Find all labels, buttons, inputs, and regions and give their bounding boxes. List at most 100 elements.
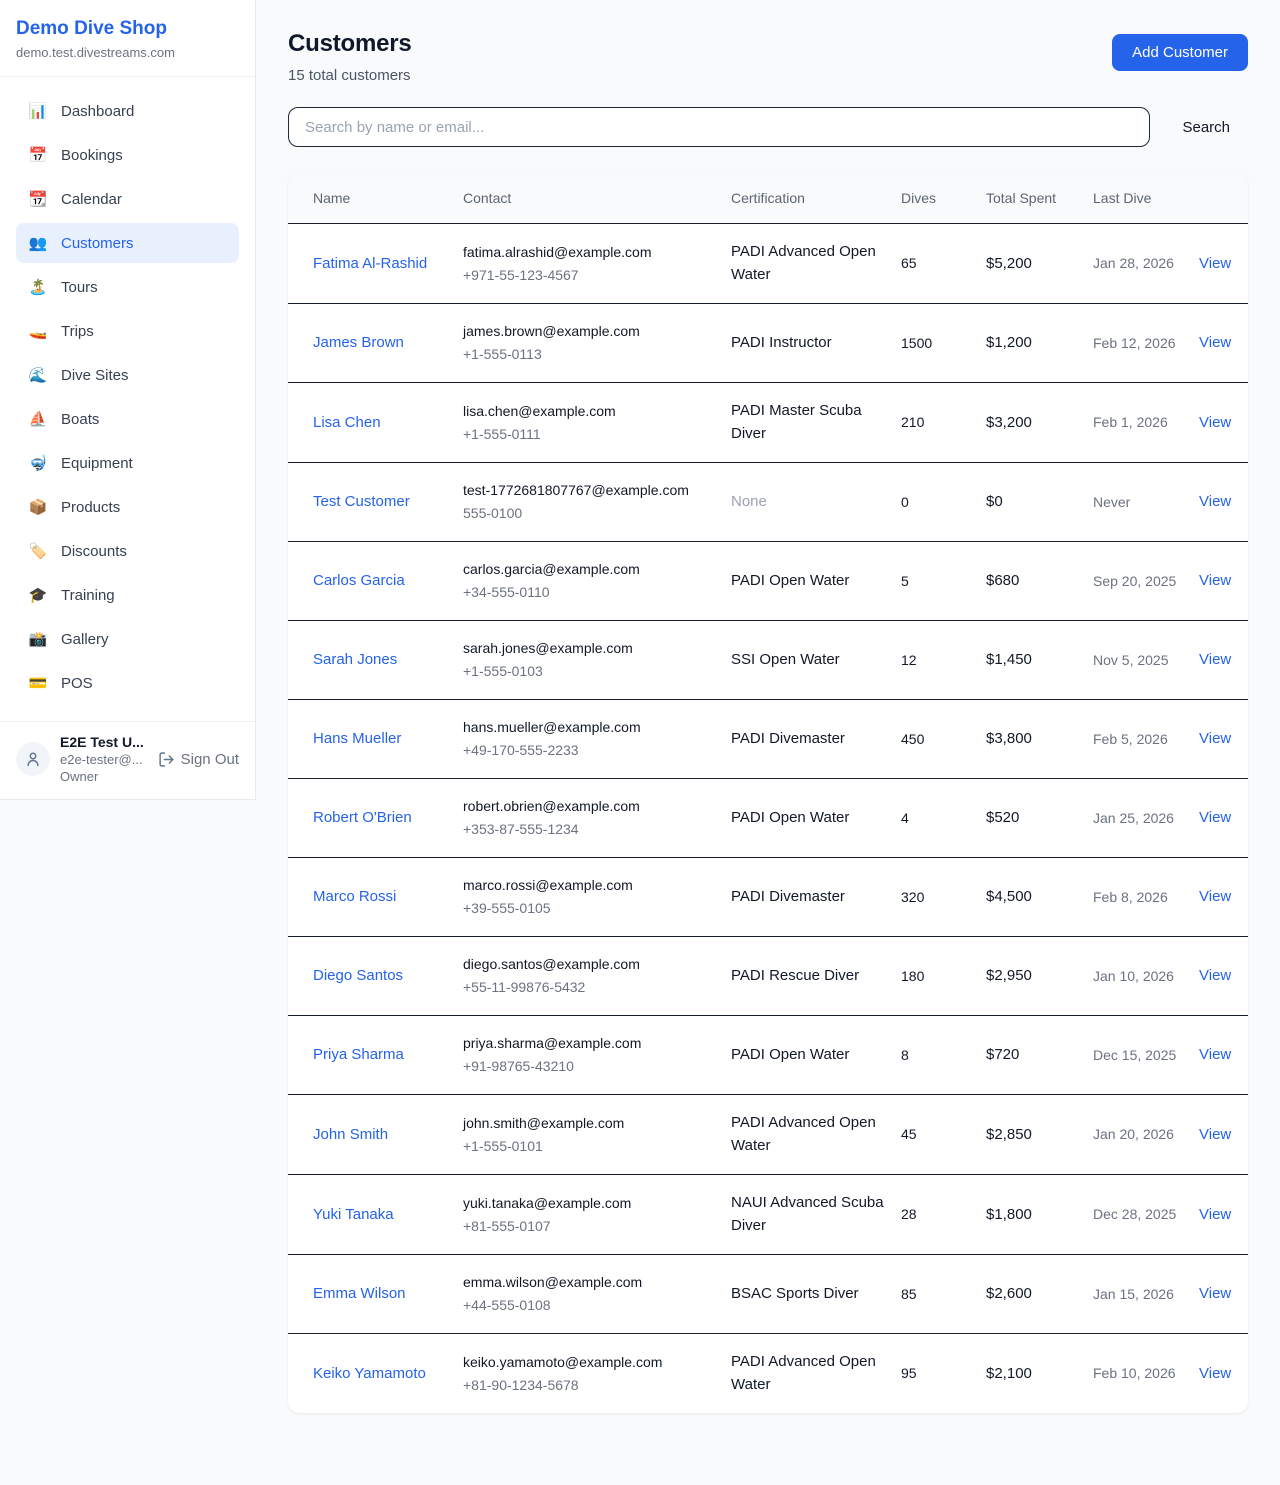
customer-dives: 210 <box>893 383 978 463</box>
sidebar-item-training[interactable]: 🎓 Training <box>16 575 239 615</box>
view-link[interactable]: View <box>1199 572 1231 589</box>
customer-row: Keiko Yamamoto keiko.yamamoto@example.co… <box>288 1334 1248 1414</box>
tear-off-calendar-icon: 📆 <box>28 190 48 208</box>
customers-table-card: Name Contact Certification Dives Total S… <box>288 173 1248 1413</box>
sidebar-item-dashboard[interactable]: 📊 Dashboard <box>16 91 239 131</box>
customer-email: diego.santos@example.com <box>463 954 715 975</box>
search-input[interactable] <box>288 107 1150 147</box>
customer-dives: 320 <box>893 858 978 937</box>
customer-email: john.smith@example.com <box>463 1113 715 1134</box>
view-link[interactable]: View <box>1199 730 1231 747</box>
customer-certification: PADI Master Scuba Diver <box>723 383 893 463</box>
wave-icon: 🌊 <box>28 366 48 384</box>
customer-name-link[interactable]: John Smith <box>313 1126 388 1143</box>
sidebar-item-products[interactable]: 📦 Products <box>16 487 239 527</box>
user-role: Owner <box>60 769 148 784</box>
shop-name: Demo Dive Shop <box>16 18 239 40</box>
view-link[interactable]: View <box>1199 1126 1231 1143</box>
sidebar-item-label: Trips <box>61 323 94 340</box>
diving-mask-icon: 🤿 <box>28 454 48 472</box>
customer-row: Hans Mueller hans.mueller@example.com +4… <box>288 700 1248 779</box>
view-link[interactable]: View <box>1199 1285 1231 1302</box>
customer-name-link[interactable]: Hans Mueller <box>313 730 401 747</box>
customer-name-link[interactable]: Yuki Tanaka <box>313 1206 394 1223</box>
sidebar-item-label: POS <box>61 675 93 692</box>
sidebar-item-label: Boats <box>61 411 99 428</box>
sidebar-item-tours[interactable]: 🏝️ Tours <box>16 267 239 307</box>
customer-name-link[interactable]: Carlos Garcia <box>313 572 405 589</box>
customer-certification: NAUI Advanced Scuba Diver <box>723 1175 893 1255</box>
sidebar-item-boats[interactable]: ⛵ Boats <box>16 399 239 439</box>
customer-last-dive: Feb 5, 2026 <box>1085 700 1191 779</box>
sidebar-item-equipment[interactable]: 🤿 Equipment <box>16 443 239 483</box>
logout-icon <box>158 751 175 768</box>
search-button[interactable]: Search <box>1178 111 1234 144</box>
sidebar-item-gallery[interactable]: 📸 Gallery <box>16 619 239 659</box>
view-link[interactable]: View <box>1199 414 1231 431</box>
sidebar-item-bookings[interactable]: 📅 Bookings <box>16 135 239 175</box>
view-link[interactable]: View <box>1199 334 1231 351</box>
customer-dives: 8 <box>893 1016 978 1095</box>
customer-last-dive: Feb 12, 2026 <box>1085 304 1191 383</box>
customer-name-link[interactable]: Marco Rossi <box>313 888 396 905</box>
customer-name-link[interactable]: Lisa Chen <box>313 414 381 431</box>
customer-name-link[interactable]: Emma Wilson <box>313 1285 406 1302</box>
sidebar-item-label: Discounts <box>61 543 127 560</box>
view-link[interactable]: View <box>1199 888 1231 905</box>
customer-total-spent: $0 <box>978 463 1085 542</box>
sidebar-item-discounts[interactable]: 🏷️ Discounts <box>16 531 239 571</box>
add-customer-button[interactable]: Add Customer <box>1112 34 1248 71</box>
customer-name-link[interactable]: Diego Santos <box>313 967 403 984</box>
column-header-certification: Certification <box>723 173 893 224</box>
view-link[interactable]: View <box>1199 255 1231 272</box>
customer-name-link[interactable]: Priya Sharma <box>313 1046 404 1063</box>
customer-name-link[interactable]: Robert O'Brien <box>313 809 412 826</box>
customer-row: Emma Wilson emma.wilson@example.com +44-… <box>288 1255 1248 1334</box>
customer-row: John Smith john.smith@example.com +1-555… <box>288 1095 1248 1175</box>
sidebar: Demo Dive Shop demo.test.divestreams.com… <box>0 0 256 800</box>
sidebar-item-label: Tours <box>61 279 98 296</box>
customer-total-spent: $1,450 <box>978 621 1085 700</box>
customer-dives: 85 <box>893 1255 978 1334</box>
customer-name-link[interactable]: James Brown <box>313 334 404 351</box>
column-header-last-dive: Last Dive <box>1085 173 1191 224</box>
view-link[interactable]: View <box>1199 1365 1231 1382</box>
sidebar-item-customers[interactable]: 👥 Customers <box>16 223 239 263</box>
customer-dives: 4 <box>893 779 978 858</box>
view-link[interactable]: View <box>1199 1046 1231 1063</box>
customer-dives: 95 <box>893 1334 978 1414</box>
sidebar-item-pos[interactable]: 💳 POS <box>16 663 239 703</box>
view-link[interactable]: View <box>1199 493 1231 510</box>
sign-out-button[interactable]: Sign Out <box>158 751 239 768</box>
customer-name-link[interactable]: Sarah Jones <box>313 651 397 668</box>
customer-name-link[interactable]: Test Customer <box>313 493 410 510</box>
customer-dives: 28 <box>893 1175 978 1255</box>
sidebar-item-dive-sites[interactable]: 🌊 Dive Sites <box>16 355 239 395</box>
sidebar-item-trips[interactable]: 🚤 Trips <box>16 311 239 351</box>
tag-icon: 🏷️ <box>28 542 48 560</box>
customer-phone: +353-87-555-1234 <box>463 819 715 840</box>
customer-phone: +1-555-0101 <box>463 1136 715 1157</box>
people-icon: 👥 <box>28 234 48 252</box>
view-link[interactable]: View <box>1199 651 1231 668</box>
customer-last-dive: Feb 8, 2026 <box>1085 858 1191 937</box>
shop-domain: demo.test.divestreams.com <box>16 45 239 60</box>
customer-email: hans.mueller@example.com <box>463 717 715 738</box>
customer-certification: PADI Divemaster <box>723 700 893 779</box>
customer-total-spent: $2,100 <box>978 1334 1085 1414</box>
customer-row: Test Customer test-1772681807767@example… <box>288 463 1248 542</box>
column-header-dives: Dives <box>893 173 978 224</box>
user-email: e2e-tester@... <box>60 752 148 767</box>
page-header: Customers 15 total customers Add Custome… <box>288 30 1248 84</box>
customer-last-dive: Dec 28, 2025 <box>1085 1175 1191 1255</box>
customer-certification: PADI Rescue Diver <box>723 937 893 1016</box>
view-link[interactable]: View <box>1199 967 1231 984</box>
package-icon: 📦 <box>28 498 48 516</box>
view-link[interactable]: View <box>1199 1206 1231 1223</box>
sidebar-item-calendar[interactable]: 📆 Calendar <box>16 179 239 219</box>
customer-name-link[interactable]: Keiko Yamamoto <box>313 1365 426 1382</box>
customer-certification: PADI Open Water <box>723 1016 893 1095</box>
customer-last-dive: Jan 25, 2026 <box>1085 779 1191 858</box>
view-link[interactable]: View <box>1199 809 1231 826</box>
customer-name-link[interactable]: Fatima Al-Rashid <box>313 255 427 272</box>
